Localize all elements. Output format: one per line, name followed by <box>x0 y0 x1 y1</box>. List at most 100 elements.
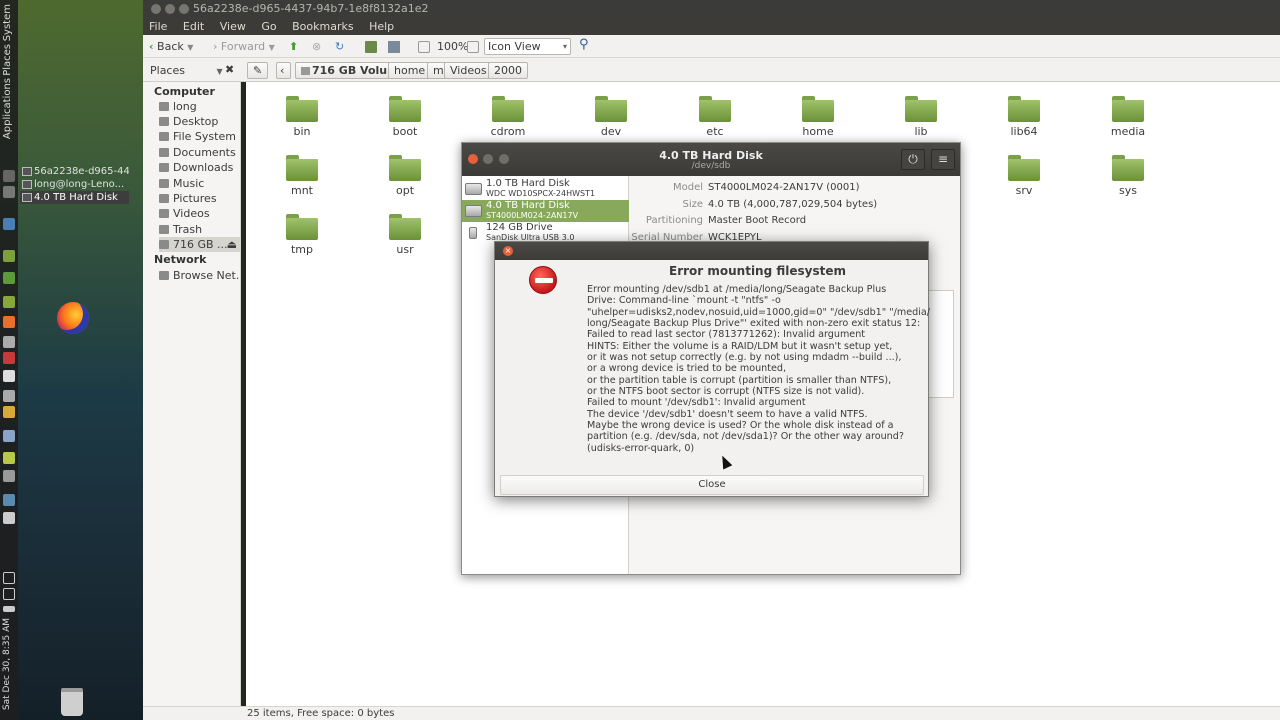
view-mode-select[interactable]: Icon View ▾ <box>484 38 571 55</box>
folder-icon <box>389 214 421 240</box>
applications-menu[interactable]: Applications <box>2 78 13 139</box>
firefox-icon[interactable] <box>57 302 89 334</box>
crumb-2000[interactable]: 2000 <box>488 62 528 79</box>
minimize-icon[interactable] <box>165 4 175 14</box>
sidebar-item-music[interactable]: Music <box>159 176 240 191</box>
folder-dev[interactable]: dev <box>576 96 646 138</box>
home-icon[interactable] <box>365 39 377 54</box>
trash-icon[interactable] <box>61 688 83 716</box>
folder-sys[interactable]: sys <box>1093 155 1163 197</box>
folder-tmp[interactable]: tmp <box>267 214 337 256</box>
app-icon[interactable] <box>3 390 15 402</box>
folder-label: opt <box>395 184 415 197</box>
app-icon[interactable] <box>3 316 15 328</box>
help-icon[interactable] <box>3 512 15 524</box>
app-icon[interactable] <box>3 272 15 284</box>
zoom-out-icon[interactable] <box>418 39 430 54</box>
folder-opt[interactable]: opt <box>370 155 440 197</box>
app-icon[interactable] <box>3 430 15 442</box>
text-editor-icon[interactable] <box>3 370 15 382</box>
clock[interactable]: Sat Dec 30, 8:35 AM <box>2 618 12 710</box>
folder-cdrom[interactable]: cdrom <box>473 96 543 138</box>
app-icon[interactable] <box>3 352 15 364</box>
app-icon[interactable] <box>3 406 15 418</box>
desktop-background <box>0 0 143 720</box>
sidebar-item-browse-network[interactable]: Browse Net... <box>159 268 240 283</box>
crumb-home[interactable]: home <box>388 62 432 79</box>
sidebar-item-videos[interactable]: Videos <box>159 206 240 221</box>
path-left-button[interactable]: ‹ <box>276 62 291 79</box>
menu-view[interactable]: View <box>220 20 246 33</box>
zoom-in-icon[interactable] <box>467 39 479 54</box>
volume-icon[interactable] <box>3 588 15 600</box>
menu-go[interactable]: Go <box>261 20 276 33</box>
toggle-location-button[interactable]: ✎ <box>247 62 269 79</box>
terminal-icon[interactable] <box>3 170 15 182</box>
reload-icon[interactable]: ↻ <box>335 39 344 54</box>
task-item-disks[interactable]: 4.0 TB Hard Disk <box>20 191 129 204</box>
app-icon[interactable] <box>3 452 15 464</box>
folder-srv[interactable]: srv <box>989 155 1059 197</box>
app-icon[interactable] <box>3 250 15 262</box>
crumb-videos[interactable]: Videos <box>444 62 493 79</box>
back-button[interactable]: ‹ Back ▼ <box>149 39 193 54</box>
window-icon[interactable] <box>3 186 15 198</box>
folder-mnt[interactable]: mnt <box>267 155 337 197</box>
folder-etc[interactable]: etc <box>680 96 750 138</box>
stop-icon[interactable]: ⊗ <box>312 39 321 54</box>
task-item-terminal[interactable]: long@long-Leno... <box>20 178 129 191</box>
task-label: 4.0 TB Hard Disk <box>34 192 118 203</box>
places-menu[interactable]: Places <box>2 44 13 76</box>
sidebar-item-trash[interactable]: Trash <box>159 222 240 237</box>
model-value: ST4000LM024-2AN17V (0001) <box>708 182 860 193</box>
sidebar-item-716gb[interactable]: 716 GB ... ⏏ <box>159 237 240 252</box>
folder-icon <box>492 96 524 122</box>
sidebar-item-documents[interactable]: Documents <box>159 145 240 160</box>
eject-icon[interactable]: ⏏ <box>227 237 237 252</box>
app-icon[interactable] <box>3 336 15 348</box>
folder-lib64[interactable]: lib64 <box>989 96 1059 138</box>
folder-media[interactable]: media <box>1093 96 1163 138</box>
sidebar-item-long[interactable]: long <box>159 99 240 114</box>
close-icon[interactable]: × <box>503 246 513 256</box>
chevron-down-icon: ▾ <box>562 42 567 51</box>
system-menu[interactable]: System <box>2 4 13 41</box>
menu-icon[interactable]: ≡ <box>931 149 955 170</box>
sidebar-item-pictures[interactable]: Pictures <box>159 191 240 206</box>
folder-boot[interactable]: boot <box>370 96 440 138</box>
close-button[interactable]: Close <box>500 475 924 495</box>
up-icon[interactable]: ⬆ <box>289 39 298 54</box>
app-icon[interactable] <box>3 494 15 506</box>
sidebar-item-file-system[interactable]: File System <box>159 129 240 144</box>
search-icon[interactable]: ⚲ <box>579 37 589 52</box>
network-icon[interactable] <box>3 572 15 584</box>
menu-edit[interactable]: Edit <box>183 20 204 33</box>
sidebar-item-desktop[interactable]: Desktop <box>159 114 240 129</box>
disk-item-1tb[interactable]: 1.0 TB Hard Disk WDC WD10SPCX-24HWST1 <box>462 178 629 200</box>
places-dropdown[interactable]: Places ▼ <box>150 63 223 78</box>
forward-button[interactable]: › Forward ▼ <box>213 39 275 54</box>
close-icon[interactable] <box>151 4 161 14</box>
model-label: Model <box>672 182 703 193</box>
power-icon[interactable]: ⏻ <box>901 149 925 170</box>
error-message-line: or the NTFS boot sector is corrupt (NTFS… <box>587 386 865 398</box>
menu-help[interactable]: Help <box>369 20 394 33</box>
app-icon[interactable] <box>3 470 15 482</box>
error-message-line: partition (e.g. /dev/sda, not /dev/sda1)… <box>587 431 904 443</box>
task-item-file-manager[interactable]: 56a2238e-d965-44... <box>20 165 129 178</box>
maximize-icon[interactable] <box>179 4 189 14</box>
folder-usr[interactable]: usr <box>370 214 440 256</box>
folder-bin[interactable]: bin <box>267 96 337 138</box>
battery-icon[interactable] <box>3 606 15 612</box>
menu-file[interactable]: File <box>149 20 167 33</box>
folder-home[interactable]: home <box>783 96 853 138</box>
folder-icon <box>286 155 318 181</box>
disk-item-4tb[interactable]: 4.0 TB Hard Disk ST4000LM024-2AN17V <box>462 200 629 222</box>
sidebar-item-downloads[interactable]: Downloads <box>159 160 240 175</box>
screen-icon[interactable] <box>3 218 15 230</box>
app-icon[interactable] <box>3 296 15 308</box>
computer-icon[interactable] <box>388 39 400 54</box>
close-sidebar-icon[interactable]: ✖ <box>225 62 234 77</box>
menu-bookmarks[interactable]: Bookmarks <box>292 20 353 33</box>
folder-lib[interactable]: lib <box>886 96 956 138</box>
